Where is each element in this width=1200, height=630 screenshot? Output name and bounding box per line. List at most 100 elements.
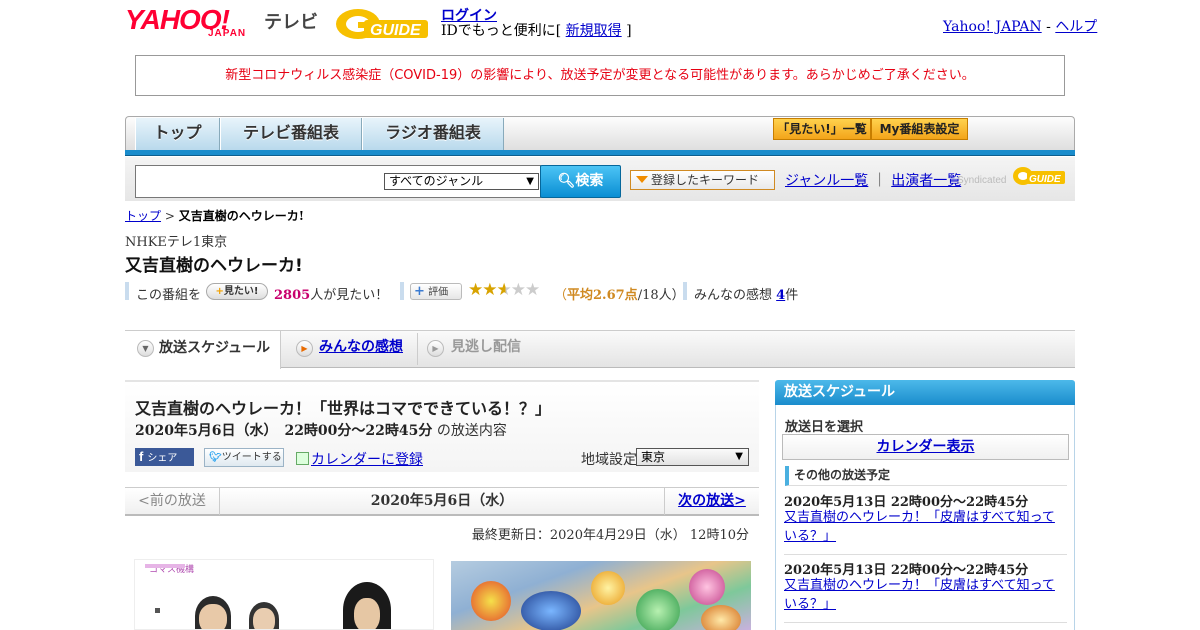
play-icon: ▶ xyxy=(427,340,444,357)
mitai-prefix: この番組を xyxy=(136,288,202,303)
tab-vod: 見逃し配信 xyxy=(451,339,521,355)
tab-top[interactable]: トップ xyxy=(135,118,220,150)
select-date-label: 放送日を選択 xyxy=(785,420,864,435)
sidebar-title: 放送スケジュール xyxy=(775,380,1075,405)
mitai-suffix: 人が見たい！ xyxy=(310,288,389,303)
spinning-top xyxy=(591,571,625,605)
header-right-links: Yahoo! JAPAN - ヘルプ xyxy=(943,16,1097,36)
plus-icon: + xyxy=(414,284,425,299)
schedule-item-link[interactable]: 又吉直樹のヘウレーカ！「皮膚はすべて知っている？」 xyxy=(784,508,1064,546)
rating-pre: （ xyxy=(554,288,568,303)
triangle-down-icon: ▼ xyxy=(137,340,154,357)
covid-notice: 新型コロナウィルス感染症（COVID-19）の影響により、放送予定が変更となる可… xyxy=(135,55,1065,96)
login-subtext: IDでもっと便利に[ 新規取得 ] xyxy=(441,20,632,40)
episode-time: 2020年5月6日（水） 22時00分～22時45分 の放送内容 xyxy=(135,420,507,440)
person-face xyxy=(253,608,275,629)
spinning-top xyxy=(701,605,741,630)
performer-list-link[interactable]: 出演者一覧 xyxy=(891,173,961,189)
tv-logo-text[interactable]: テレビ xyxy=(264,8,318,34)
episode-title: 又吉直樹のヘウレーカ！「世界はコマでできている！？」 xyxy=(135,399,552,418)
mitai-button-label: 見たい! xyxy=(223,286,259,297)
plus-icon: + xyxy=(215,286,224,297)
nav-accent-bar xyxy=(125,150,1075,156)
twitter-icon: 🐦︎ xyxy=(209,452,222,463)
genre-select-value: すべてのジャンル xyxy=(389,174,484,188)
calendar-display-button[interactable]: カレンダー表示 xyxy=(782,434,1069,460)
triangle-down-icon xyxy=(636,176,648,183)
channel-name: NHKEテレ1東京 xyxy=(125,235,228,250)
syndicated-gguide-text: GUIDE xyxy=(1029,174,1061,185)
breadcrumb-top[interactable]: トップ xyxy=(125,209,161,223)
syndicated-label: Syndicated xyxy=(957,175,1006,186)
schedule-divider xyxy=(784,554,1067,555)
mitai-button[interactable]: +見たい! xyxy=(206,283,268,300)
gguide-logo[interactable]: GUIDE xyxy=(334,6,434,42)
mitai-list-button[interactable]: 「見たい!」一覧 xyxy=(773,118,871,140)
register-link[interactable]: 新規取得 xyxy=(566,23,622,39)
kanso-summary: みんなの感想 4件 xyxy=(694,284,798,303)
region-select[interactable]: 東京 ▼ xyxy=(636,448,749,466)
kanso-count-link[interactable]: 4 xyxy=(776,288,785,303)
genre-select[interactable]: すべてのジャンル ▼ xyxy=(384,173,539,190)
rate-button-label: 評価 xyxy=(428,287,449,298)
link-divider: ｜ xyxy=(872,173,887,189)
facebook-share-button[interactable]: f シェア xyxy=(135,448,194,466)
registered-keyword-button[interactable]: 登録したキーワード xyxy=(630,170,775,190)
login-sub-pre: IDでもっと便利に[ xyxy=(441,23,566,39)
person-face xyxy=(199,604,227,629)
spinning-top xyxy=(471,581,511,621)
star-empty-icon: ★ xyxy=(525,280,540,300)
pager-current-date: 2020年5月6日（水） xyxy=(370,493,514,509)
rating-summary: （平均2.67点/18人） xyxy=(554,284,685,303)
next-broadcast-link[interactable]: 次の放送> xyxy=(664,488,759,515)
kanso-unit: 件 xyxy=(785,288,799,303)
region-select-value: 東京 xyxy=(641,450,666,464)
rate-button[interactable]: + 評価 xyxy=(410,283,462,300)
gguide-logo-text: GUIDE xyxy=(370,22,422,39)
breadcrumb: トップ > 又吉直樹のヘウレーカ! xyxy=(125,207,304,224)
facebook-icon: f xyxy=(139,449,144,464)
star-half-icon: ★ xyxy=(496,280,512,300)
yahoo-japan-link[interactable]: Yahoo! JAPAN xyxy=(943,19,1042,35)
tab-radio-schedule[interactable]: ラジオ番組表 xyxy=(362,118,504,150)
stat-divider xyxy=(400,282,404,300)
star-full-icon: ★ xyxy=(482,280,497,300)
program-title: 又吉直樹のヘウレーカ! xyxy=(125,256,303,276)
person-face xyxy=(354,598,380,629)
search-links: ジャンル一覧 ｜ 出演者一覧 xyxy=(785,170,961,190)
search-icon: 🔍︎ xyxy=(557,173,576,189)
rating-stars: ★★★★★ xyxy=(468,280,540,300)
tweet-button[interactable]: 🐦︎ツイートする xyxy=(204,448,284,467)
spinning-top xyxy=(636,589,680,630)
tab-reviews[interactable]: みんなの感想 xyxy=(319,331,403,367)
star-empty-icon: ★ xyxy=(510,280,526,300)
mitai-count-text: 2805人が見たい！ xyxy=(274,284,388,303)
help-link[interactable]: ヘルプ xyxy=(1055,19,1097,35)
breadcrumb-sep: > xyxy=(161,209,179,223)
breadcrumb-current: 又吉直樹のヘウレーカ! xyxy=(178,209,304,223)
calendar-register-link[interactable]: カレンダーに登録 xyxy=(311,452,423,468)
spinning-top xyxy=(521,591,581,630)
schedule-divider xyxy=(784,622,1067,623)
star-full-icon: ★ xyxy=(468,280,483,300)
other-schedule-heading: その他の放送予定 xyxy=(785,466,1067,486)
stat-divider xyxy=(683,282,687,300)
schedule-item-link[interactable]: 又吉直樹のヘウレーカ！「皮膚はすべて知っている？」 xyxy=(784,576,1064,614)
search-button[interactable]: 🔍︎検索 xyxy=(540,165,621,198)
calendar-register: カレンダーに登録 xyxy=(296,449,423,469)
yahoo-japan-logo-sub: JAPAN xyxy=(208,28,247,39)
rating-average: 平均2.67点 xyxy=(567,288,638,303)
tweet-button-label: ツイートする xyxy=(221,452,282,463)
keyword-button-label: 登録したキーワード xyxy=(651,173,760,187)
episode-suffix: の放送内容 xyxy=(436,423,507,439)
tab-tv-schedule[interactable]: テレビ番組表 xyxy=(220,118,362,150)
syndicated-gguide-logo: Syndicated GUIDE xyxy=(957,167,1065,186)
header-sep: - xyxy=(1041,19,1056,35)
calendar-icon xyxy=(296,452,309,465)
decoration-dot xyxy=(155,608,160,613)
login-sub-post: ] xyxy=(621,23,632,39)
genre-list-link[interactable]: ジャンル一覧 xyxy=(785,173,868,189)
subtab-divider xyxy=(417,333,418,365)
my-schedule-button[interactable]: My番組表設定 xyxy=(871,118,968,140)
play-icon: ▶ xyxy=(296,340,313,357)
